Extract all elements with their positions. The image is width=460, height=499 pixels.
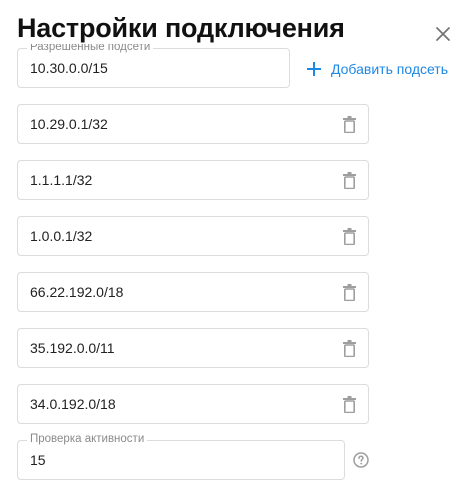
subnet-row[interactable]: 1.1.1.1/32 [17, 160, 369, 200]
keepalive-label: Проверка активности [27, 433, 148, 445]
subnet-value: 66.22.192.0/18 [30, 284, 124, 300]
keepalive-input[interactable]: Проверка активности 15 [17, 433, 345, 480]
close-button[interactable] [431, 22, 455, 46]
keepalive-value: 15 [30, 452, 46, 468]
keepalive-help-button[interactable] [353, 452, 369, 468]
trash-icon [342, 171, 356, 189]
delete-subnet-button[interactable] [342, 339, 356, 357]
subnet-row[interactable]: 10.29.0.1/32 [17, 104, 369, 144]
delete-subnet-button[interactable] [342, 395, 356, 413]
subnet-row[interactable]: 66.22.192.0/18 [17, 272, 369, 312]
close-icon [436, 27, 450, 41]
trash-icon [342, 339, 356, 357]
add-subnet-button[interactable]: Добавить подсеть [305, 58, 448, 80]
trash-icon [342, 115, 356, 133]
plus-icon [307, 62, 321, 76]
subnet-value: 1.1.1.1/32 [30, 172, 93, 188]
subnet-value: 34.0.192.0/18 [30, 396, 116, 412]
subnet-row[interactable]: 1.0.0.1/32 [17, 216, 369, 256]
subnet-value: 10.29.0.1/32 [30, 116, 108, 132]
delete-subnet-button[interactable] [342, 171, 356, 189]
subnet-value: 10.30.0.0/15 [30, 60, 108, 76]
add-subnet-label: Добавить подсеть [331, 61, 449, 77]
trash-icon [342, 283, 356, 301]
dialog-title: Настройки подключения [17, 13, 349, 44]
subnet-input-primary[interactable]: Разрешенные подсети 10.30.0.0/15 [17, 41, 290, 88]
help-circle-icon [353, 452, 369, 468]
trash-icon [342, 395, 356, 413]
subnet-value: 1.0.0.1/32 [30, 228, 93, 244]
subnet-row[interactable]: 34.0.192.0/18 [17, 384, 369, 424]
subnet-value: 35.192.0.0/11 [30, 340, 115, 356]
delete-subnet-button[interactable] [342, 227, 356, 245]
subnet-row[interactable]: 35.192.0.0/11 [17, 328, 369, 368]
delete-subnet-button[interactable] [342, 115, 356, 133]
delete-subnet-button[interactable] [342, 283, 356, 301]
trash-icon [342, 227, 356, 245]
